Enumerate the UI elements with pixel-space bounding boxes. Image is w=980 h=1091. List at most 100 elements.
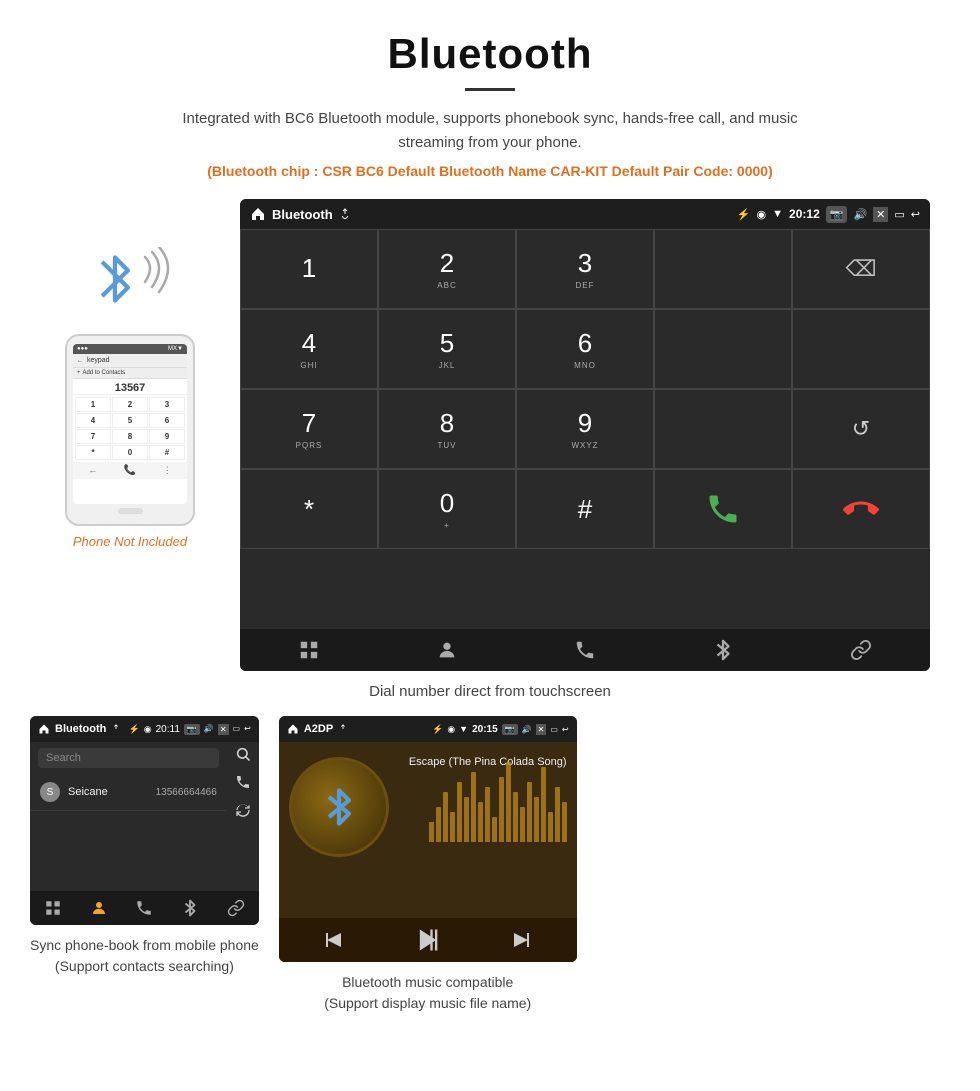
eq-bar-11: [499, 777, 504, 842]
phone-key-star: *: [75, 445, 111, 460]
music-equalizer: [429, 762, 567, 842]
nav-grid-icon[interactable]: [289, 639, 329, 661]
usb-icon: [339, 208, 351, 220]
dial-backspace[interactable]: ⌫: [792, 229, 930, 309]
bluetooth-nav-icon: [712, 639, 734, 661]
music-status-left: A2DP: [287, 723, 348, 735]
dial-end-button[interactable]: [792, 469, 930, 549]
dial-key-1[interactable]: 1: [240, 229, 378, 309]
phone-more-icon: ⋮: [163, 465, 172, 476]
pb-refresh-right-icon[interactable]: [235, 802, 251, 818]
dial-nav-bar: [240, 629, 930, 671]
dial-key-star[interactable]: *: [240, 469, 378, 549]
bt-chip-info: (Bluetooth chip : CSR BC6 Default Blueto…: [60, 163, 920, 179]
phone-nav-icon: [574, 639, 596, 661]
phone-key-3: 3: [149, 397, 185, 412]
pb-vol-icon: 🔊: [204, 724, 214, 735]
camera-icon: 📷: [826, 206, 848, 223]
pb-contact-row: S Seicane 13566664466: [30, 774, 227, 811]
pb-nav-phone[interactable]: [135, 899, 153, 917]
nav-link-icon[interactable]: [841, 639, 881, 661]
dial-key-0[interactable]: 0 +: [378, 469, 516, 549]
phone-call-icon: 📞: [124, 465, 136, 476]
dial-key-2[interactable]: 2 ABC: [378, 229, 516, 309]
pb-nav-link[interactable]: [227, 899, 245, 917]
eq-bar-17: [541, 767, 546, 842]
pb-status-left: Bluetooth: [38, 723, 121, 735]
pb-call-right-icon[interactable]: [235, 774, 251, 790]
phone-key-0: 0: [112, 445, 148, 460]
phone-key-4: 4: [75, 413, 111, 428]
dial-key-8[interactable]: 8 TUV: [378, 389, 516, 469]
eq-bar-1: [429, 822, 434, 842]
pb-search-bar[interactable]: Search: [38, 748, 219, 768]
music-caption: Bluetooth music compatible(Support displ…: [279, 972, 577, 1014]
music-loc-icon: ◉: [447, 724, 455, 735]
eq-bar-3: [443, 792, 448, 842]
dial-refresh[interactable]: ↺: [792, 389, 930, 469]
eq-bar-15: [527, 782, 532, 842]
page-header: Bluetooth Integrated with BC6 Bluetooth …: [0, 0, 980, 189]
prev-track-button[interactable]: [322, 928, 346, 952]
pb-nav-person[interactable]: [90, 899, 108, 917]
phone-status-bar: ●●●MX▼: [73, 344, 187, 354]
dial-caption: Dial number direct from touchscreen: [0, 683, 980, 700]
pb-nav-bt[interactable]: [181, 899, 199, 917]
phone-dialpad: 1 2 3 4 5 6 7 8 9 * 0 #: [73, 395, 187, 462]
nav-person-icon[interactable]: [427, 639, 467, 661]
phonebook-card: Bluetooth ⚡ ◉ 20:11 📷 🔊 ✕ ▭ ↩: [30, 716, 259, 1014]
dial-key-7[interactable]: 7 PQRS: [240, 389, 378, 469]
pb-close-icon: ✕: [218, 724, 229, 735]
phone-nav-bar: ←keypad: [73, 354, 187, 368]
music-home-icon: [287, 723, 299, 735]
pb-content-area: Search S Seicane 13566664466: [30, 742, 259, 891]
dial-call-button[interactable]: [654, 469, 792, 549]
pb-back-icon: ↩: [244, 724, 251, 735]
android-dial-screen: Bluetooth ⚡ ◉ ▼ 20:12 📷 🔊 ✕ ▭ ↩ 1: [240, 199, 930, 671]
music-close-icon: ✕: [536, 724, 547, 735]
pb-nav-grid[interactable]: [44, 899, 62, 917]
eq-bar-20: [562, 802, 567, 842]
pb-spacer: [30, 811, 227, 891]
dial-app-title: Bluetooth: [272, 207, 333, 222]
play-pause-button[interactable]: [414, 926, 442, 954]
music-body: Escape (The Pina Colada Song): [279, 742, 577, 962]
pb-right-icons: [227, 742, 259, 891]
green-call-icon: [705, 491, 741, 527]
phone-home-button: [118, 508, 143, 514]
music-controls: [279, 918, 577, 962]
person-icon: [436, 639, 458, 661]
dial-key-hash[interactable]: #: [516, 469, 654, 549]
music-bt-icon: ⚡: [432, 724, 443, 735]
dial-key-6[interactable]: 6 MNO: [516, 309, 654, 389]
bluetooth-icon: [90, 249, 140, 309]
nav-bluetooth-icon[interactable]: [703, 639, 743, 661]
pb-search-placeholder: Search: [46, 752, 81, 764]
fullscreen-icon: ▭: [894, 208, 904, 221]
music-wifi-icon: ▼: [459, 724, 468, 734]
dial-key-9[interactable]: 9 WXYZ: [516, 389, 654, 469]
music-bt-symbol: [319, 787, 359, 827]
dial-key-5[interactable]: 5 JKL: [378, 309, 516, 389]
eq-bar-2: [436, 807, 441, 842]
pb-contact-letter: S: [40, 782, 60, 802]
music-statusbar: A2DP ⚡ ◉ ▼ 20:15 📷 🔊 ✕ ▭ ↩: [279, 716, 577, 742]
music-app-title: A2DP: [304, 723, 333, 735]
status-time: 20:12: [789, 207, 820, 221]
pb-contact-number: 13566664466: [156, 787, 217, 798]
pb-app-title: Bluetooth: [55, 723, 106, 735]
pb-search-right-icon[interactable]: [235, 746, 251, 762]
dial-empty-4: [654, 389, 792, 469]
dial-key-3[interactable]: 3 DEF: [516, 229, 654, 309]
phone-dialed-number: 13567: [73, 379, 187, 395]
pb-loc-icon: ◉: [144, 724, 152, 735]
pb-status-icons: ⚡ ◉ 20:11 📷 🔊 ✕ ▭ ↩: [129, 724, 251, 735]
main-section: ●●●MX▼ ←keypad +Add to Contacts 13567 1 …: [0, 189, 980, 671]
status-right: ⚡ ◉ ▼ 20:12 📷 🔊 ✕ ▭ ↩: [737, 206, 920, 223]
dial-key-4[interactable]: 4 GHI: [240, 309, 378, 389]
music-back-icon: ↩: [562, 725, 569, 734]
next-track-button[interactable]: [509, 928, 533, 952]
phone-key-2: 2: [112, 397, 148, 412]
nav-phone-icon[interactable]: [565, 639, 605, 661]
music-screen: A2DP ⚡ ◉ ▼ 20:15 📷 🔊 ✕ ▭ ↩: [279, 716, 577, 962]
